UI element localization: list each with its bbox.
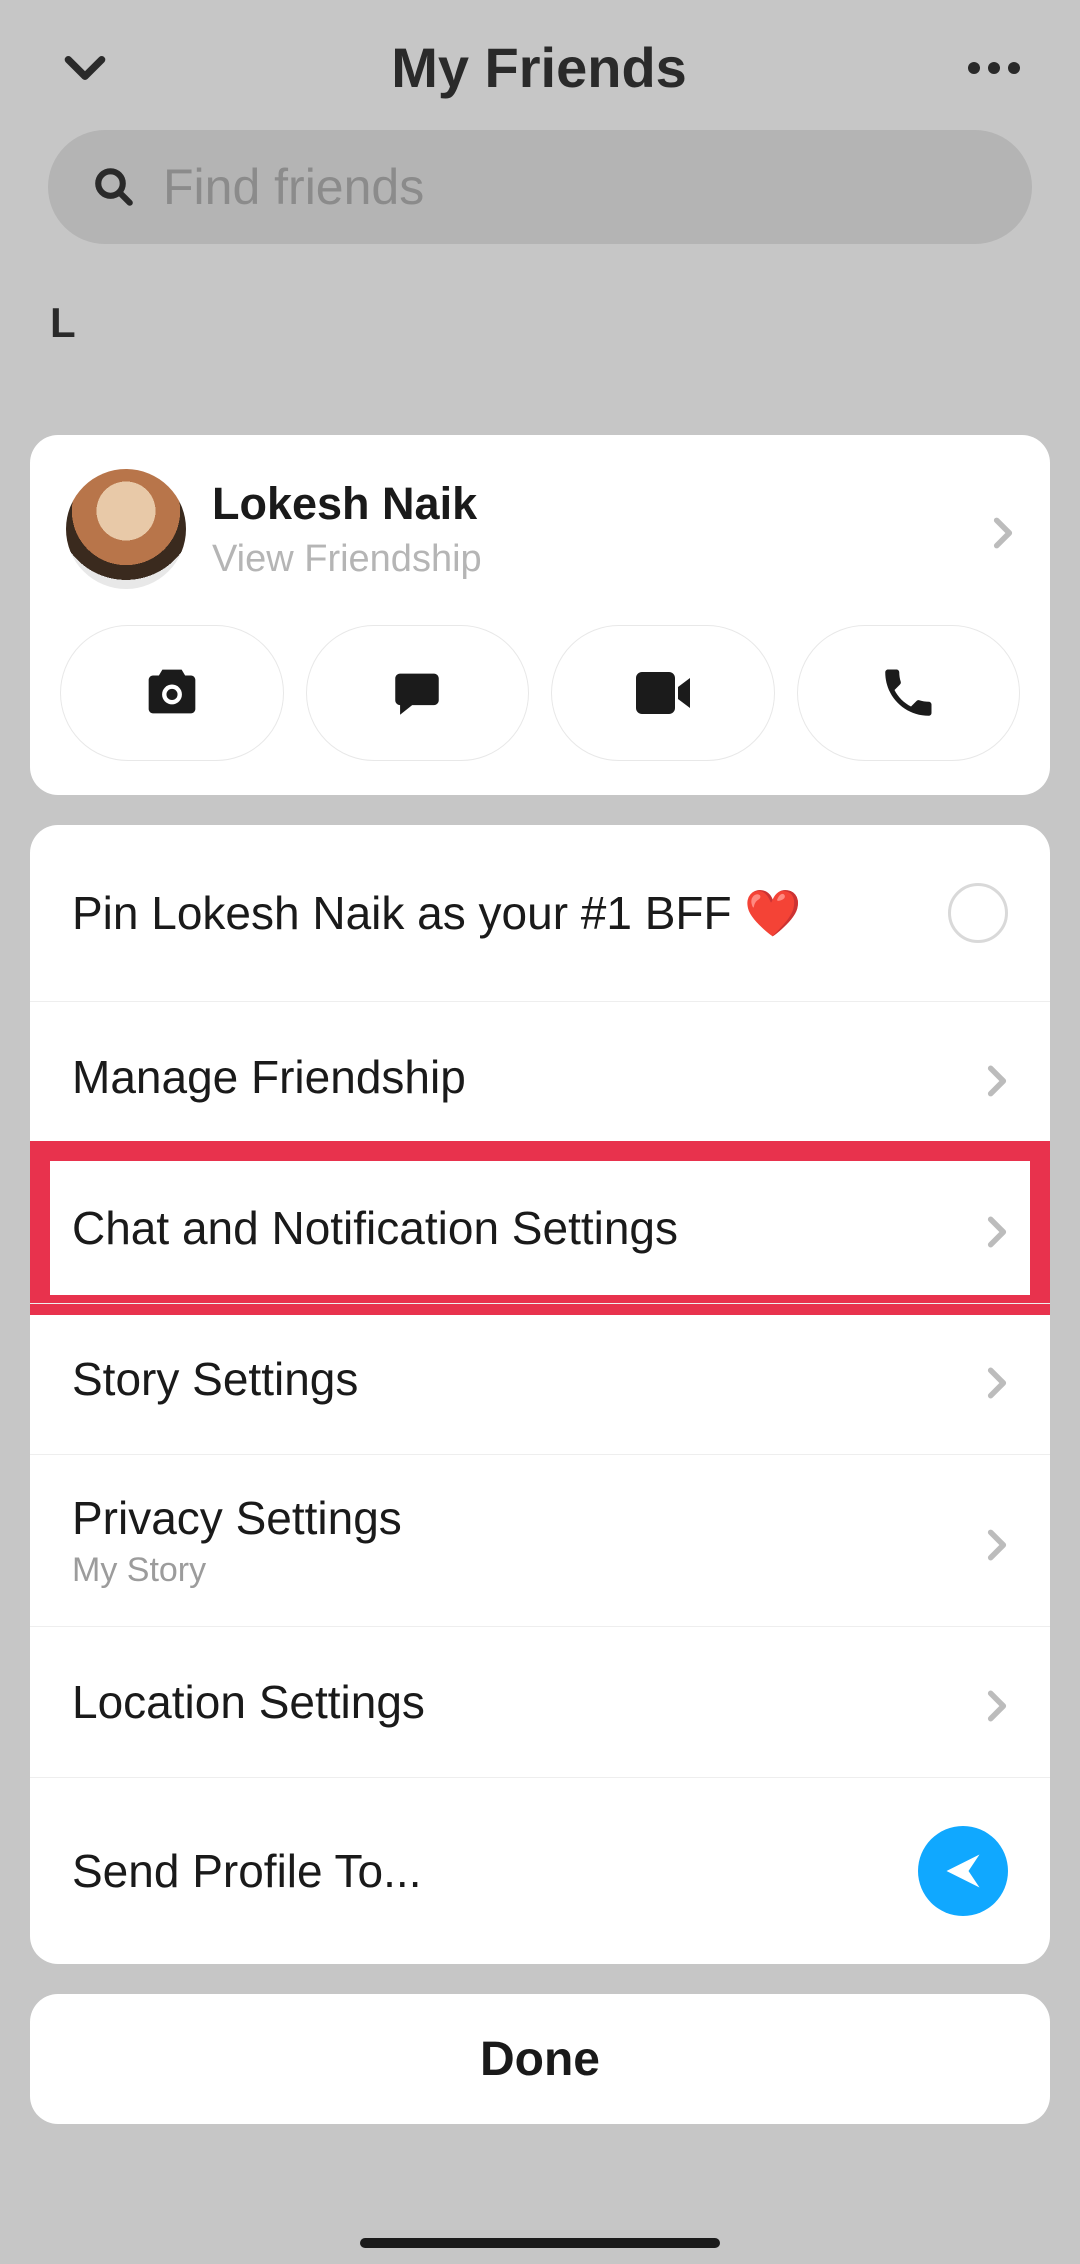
settings-list-card: Pin Lokesh Naik as your #1 BFF ❤️ Manage…: [30, 825, 1050, 1964]
avatar: [66, 469, 186, 589]
background-header: My Friends: [0, 0, 1080, 130]
privacy-settings-label: Privacy Settings: [72, 1491, 978, 1545]
manage-friendship-label: Manage Friendship: [72, 1050, 978, 1104]
chat-notification-label: Chat and Notification Settings: [72, 1201, 978, 1255]
video-call-button[interactable]: [551, 625, 775, 761]
send-profile-row[interactable]: Send Profile To...: [30, 1777, 1050, 1964]
story-settings-row[interactable]: Story Settings: [30, 1303, 1050, 1454]
location-settings-row[interactable]: Location Settings: [30, 1626, 1050, 1777]
section-header-letter: L: [50, 299, 1080, 347]
manage-friendship-row[interactable]: Manage Friendship: [30, 1001, 1050, 1152]
friend-meta: Lokesh Naik View Friendship: [212, 478, 958, 581]
pin-bff-label: Pin Lokesh Naik as your #1 BFF ❤️: [72, 886, 948, 941]
friend-name: Lokesh Naik: [212, 478, 958, 530]
search-icon: [93, 166, 135, 208]
search-placeholder-text: Find friends: [163, 158, 424, 216]
phone-icon: [878, 663, 938, 723]
video-icon: [627, 657, 699, 729]
chat-icon: [388, 664, 446, 722]
chevron-right-icon: [978, 1526, 1008, 1556]
chevron-down-icon[interactable]: [60, 43, 110, 93]
send-button[interactable]: [918, 1826, 1008, 1916]
chevron-right-icon: [978, 1062, 1008, 1092]
friend-header-card: Lokesh Naik View Friendship: [30, 435, 1050, 795]
audio-call-button[interactable]: [797, 625, 1021, 761]
privacy-settings-row[interactable]: Privacy Settings My Story: [30, 1454, 1050, 1626]
pin-bff-row[interactable]: Pin Lokesh Naik as your #1 BFF ❤️: [30, 825, 1050, 1001]
quick-action-row: [30, 607, 1050, 795]
send-icon: [941, 1849, 985, 1893]
story-settings-label: Story Settings: [72, 1352, 978, 1406]
friend-profile-row[interactable]: Lokesh Naik View Friendship: [30, 435, 1050, 607]
location-settings-label: Location Settings: [72, 1675, 978, 1729]
camera-button[interactable]: [60, 625, 284, 761]
chat-button[interactable]: [306, 625, 530, 761]
done-label: Done: [480, 2032, 600, 2087]
send-profile-label: Send Profile To...: [72, 1844, 918, 1898]
chevron-right-icon: [984, 514, 1014, 544]
home-indicator[interactable]: [360, 2238, 720, 2248]
page-title: My Friends: [391, 35, 687, 100]
more-icon[interactable]: [968, 62, 1020, 74]
chat-notification-settings-row[interactable]: Chat and Notification Settings: [30, 1152, 1050, 1303]
view-friendship-label: View Friendship: [212, 538, 958, 581]
pin-bff-radio[interactable]: [948, 883, 1008, 943]
privacy-settings-sub: My Story: [72, 1551, 978, 1590]
chevron-right-icon: [978, 1213, 1008, 1243]
search-bar[interactable]: Find friends: [48, 130, 1032, 244]
friend-action-sheet: Lokesh Naik View Friendship Pin Lokes: [30, 435, 1050, 2124]
camera-icon: [137, 658, 207, 728]
chevron-right-icon: [978, 1364, 1008, 1394]
done-button[interactable]: Done: [30, 1994, 1050, 2124]
chevron-right-icon: [978, 1687, 1008, 1717]
